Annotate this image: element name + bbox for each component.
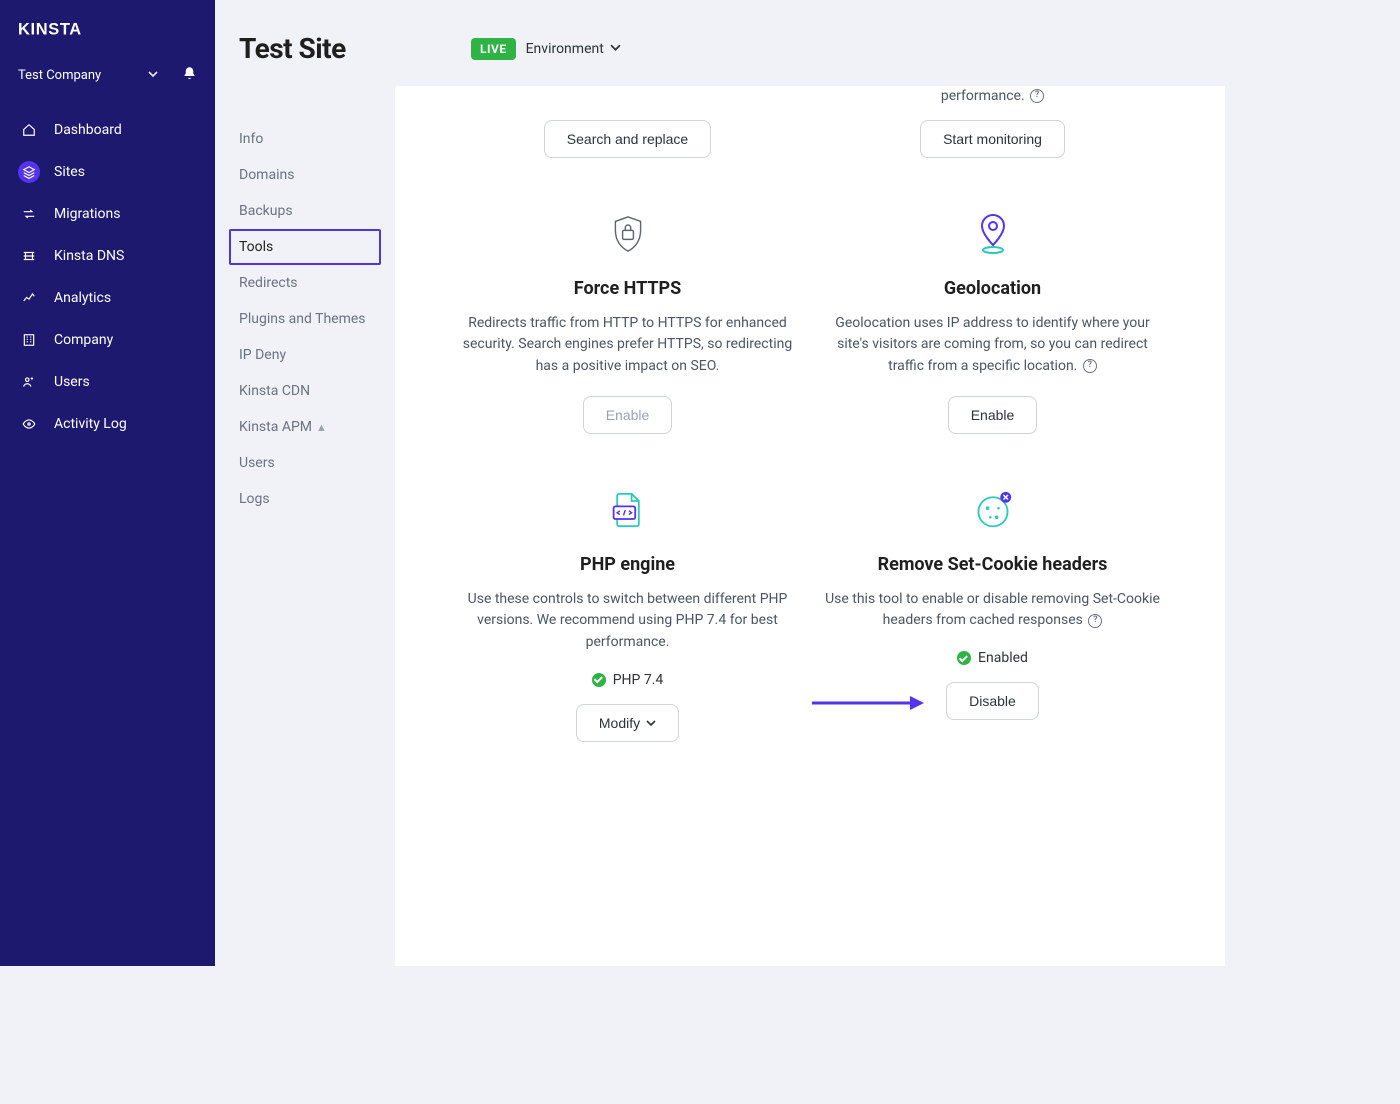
eye-icon [18, 413, 40, 435]
nav-label: Kinsta DNS [54, 248, 124, 264]
dns-icon [18, 245, 40, 267]
php-status: PHP 7.4 [592, 672, 664, 688]
building-icon [18, 329, 40, 351]
cookie-disable-button[interactable]: Disable [946, 682, 1039, 720]
chevron-down-icon [646, 715, 656, 731]
sidebar-item-company[interactable]: Company [0, 319, 215, 361]
info-icon[interactable] [1083, 359, 1097, 373]
nav-label: Users [54, 374, 90, 390]
subnav-item-tools[interactable]: Tools [229, 229, 381, 265]
nav-label: Migrations [54, 206, 121, 222]
card-description: Use these controls to switch between dif… [458, 589, 797, 654]
card-title: PHP engine [580, 554, 675, 575]
card-title: Force HTTPS [574, 278, 681, 299]
start-monitoring-button[interactable]: Start monitoring [920, 120, 1065, 158]
nav-label: Company [54, 332, 113, 348]
annotation-arrow-icon [810, 692, 930, 714]
environment-label: Environment [526, 41, 604, 57]
location-pin-icon [977, 204, 1009, 264]
main-nav: Dashboard Sites Migrations Kinsta DNS An… [0, 103, 215, 445]
sidebar-item-migrations[interactable]: Migrations [0, 193, 215, 235]
check-icon [957, 651, 971, 665]
subnav-item-logs[interactable]: Logs [239, 481, 371, 517]
nav-label: Dashboard [54, 122, 122, 138]
card-description: Use this tool to enable or disable remov… [823, 589, 1162, 632]
card-description: performance. [941, 86, 1044, 108]
force-https-enable-button[interactable]: Enable [583, 396, 673, 434]
subnav-item-domains[interactable]: Domains [239, 157, 371, 193]
info-icon[interactable] [1088, 614, 1102, 628]
code-file-icon [610, 480, 646, 540]
disable-button-wrapper: Disable [946, 682, 1039, 720]
sidebar-item-dns[interactable]: Kinsta DNS [0, 235, 215, 277]
card-title: Remove Set-Cookie headers [878, 554, 1108, 575]
card-description: Redirects traffic from HTTP to HTTPS for… [458, 313, 797, 378]
subnav-item-ipdeny[interactable]: IP Deny [239, 337, 371, 373]
site-title: Test Site [239, 32, 371, 65]
status-text: Enabled [978, 650, 1028, 666]
card-search-replace-partial: Search and replace [450, 86, 805, 158]
search-replace-button[interactable]: Search and replace [544, 120, 711, 158]
sidebar-item-dashboard[interactable]: Dashboard [0, 109, 215, 151]
sidebar-item-sites[interactable]: Sites [0, 151, 215, 193]
nav-label: Analytics [54, 290, 111, 306]
users-icon [18, 371, 40, 393]
bell-icon[interactable] [182, 66, 197, 85]
cookie-icon [973, 480, 1013, 540]
card-title: Geolocation [944, 278, 1041, 299]
sidebar-item-activity[interactable]: Activity Log [0, 403, 215, 445]
live-badge: LIVE [471, 38, 516, 60]
cookie-status: Enabled [957, 650, 1028, 666]
shield-lock-icon [610, 204, 646, 264]
check-icon [592, 673, 606, 687]
subnav-item-plugins[interactable]: Plugins and Themes [239, 301, 371, 337]
subnav-item-users[interactable]: Users [239, 445, 371, 481]
main-area: LIVE Environment Search and replace perf… [395, 0, 1225, 966]
main-sidebar: KINSTA Test Company Dashboard Sites Migr… [0, 0, 215, 966]
subnav-item-info[interactable]: Info [239, 121, 371, 157]
card-monitoring-partial: performance. Start monitoring [815, 86, 1170, 158]
card-description: Geolocation uses IP address to identify … [823, 313, 1162, 378]
status-text: PHP 7.4 [613, 672, 664, 688]
subnav-item-cdn[interactable]: Kinsta CDN [239, 373, 371, 409]
info-icon[interactable] [1030, 89, 1044, 103]
apm-badge-icon: ▲ [316, 421, 327, 434]
card-remove-cookie: Remove Set-Cookie headers Use this tool … [815, 480, 1170, 742]
nav-label: Activity Log [54, 416, 127, 432]
geolocation-enable-button[interactable]: Enable [948, 396, 1038, 434]
card-force-https: Force HTTPS Redirects traffic from HTTP … [450, 204, 805, 434]
subnav-item-backups[interactable]: Backups [239, 193, 371, 229]
card-geolocation: Geolocation Geolocation uses IP address … [815, 204, 1170, 434]
company-name: Test Company [18, 68, 148, 83]
site-subnav: Test Site Info Domains Backups Tools Red… [215, 0, 395, 966]
subnav-item-redirects[interactable]: Redirects [239, 265, 371, 301]
sidebar-item-analytics[interactable]: Analytics [0, 277, 215, 319]
layers-icon [18, 161, 40, 183]
nav-label: Sites [54, 164, 85, 180]
sidebar-item-users[interactable]: Users [0, 361, 215, 403]
subnav-item-apm[interactable]: Kinsta APM▲ [239, 409, 371, 445]
php-modify-button[interactable]: Modify [576, 704, 679, 742]
card-php-engine: PHP engine Use these controls to switch … [450, 480, 805, 742]
tools-content: Search and replace performance. Start mo… [395, 86, 1225, 966]
kinsta-logo: KINSTA [0, 14, 215, 60]
svg-text:KINSTA: KINSTA [18, 20, 82, 38]
migrate-icon [18, 203, 40, 225]
chevron-down-icon[interactable] [610, 41, 621, 57]
analytics-icon [18, 287, 40, 309]
company-switcher[interactable]: Test Company [0, 60, 215, 103]
chevron-down-icon [148, 68, 158, 83]
card-description [626, 86, 629, 108]
topbar: LIVE Environment [395, 0, 1225, 86]
home-icon [18, 119, 40, 141]
